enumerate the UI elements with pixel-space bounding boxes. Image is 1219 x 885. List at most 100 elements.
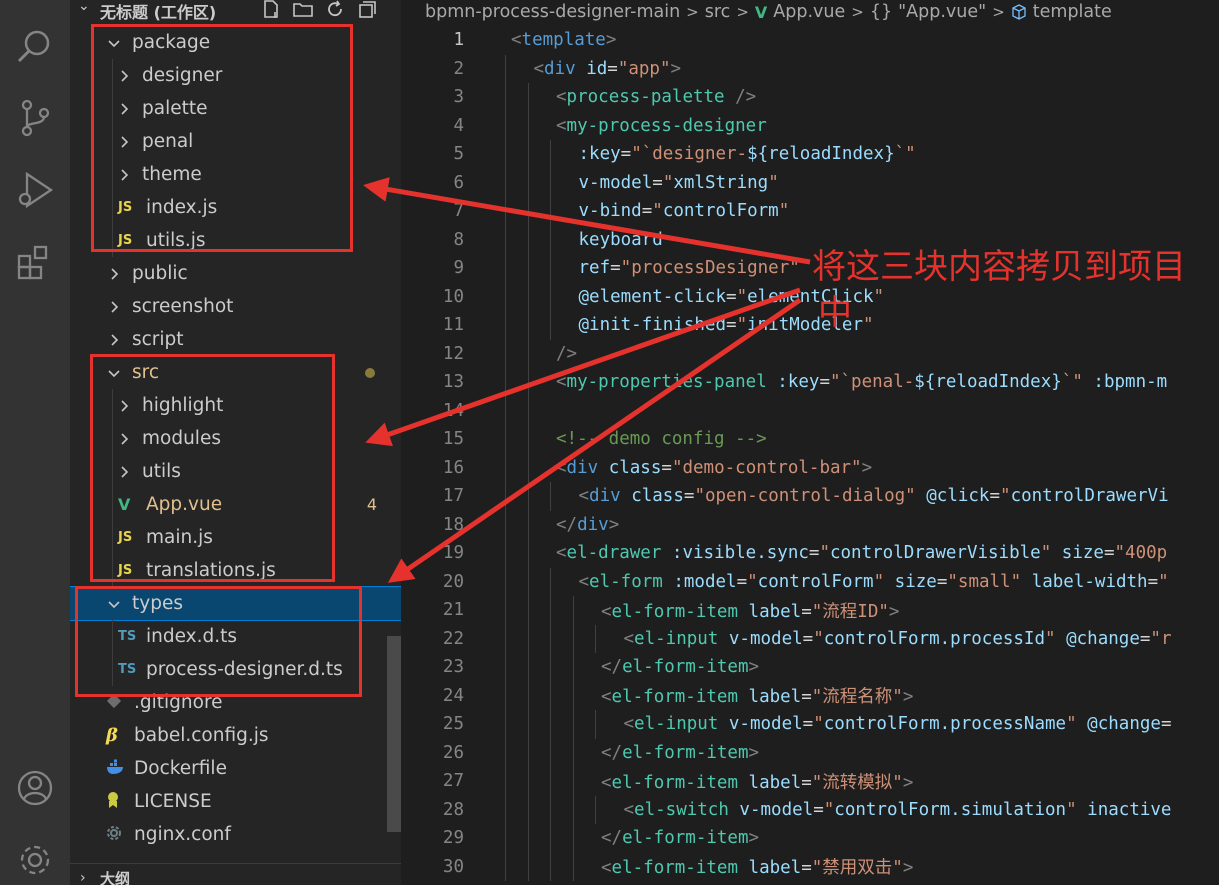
tree-item[interactable]: Dockerfile (70, 752, 401, 785)
code-line[interactable]: 4 <my-process-designer (401, 111, 1219, 140)
line-number: 24 (442, 685, 464, 706)
code-token: :model (673, 571, 737, 592)
code-token: = (641, 201, 653, 222)
code-line[interactable]: 22 <el-input v-model="controlForm.process… (401, 624, 1219, 653)
account-icon[interactable] (13, 766, 57, 810)
code-line[interactable]: 15 <!-- demo config --> (401, 425, 1219, 454)
code-token: div (566, 457, 599, 478)
explorer-scrollbar[interactable] (387, 636, 401, 832)
tree-item[interactable]: screenshot (70, 290, 401, 323)
code-token: label (748, 687, 802, 708)
explorer-workspace-header[interactable]: ⌄ 无标题 (工作区) (70, 0, 401, 22)
indent-guide (505, 225, 506, 254)
line-number: 11 (442, 315, 464, 336)
indent-guide (527, 111, 529, 140)
code-line[interactable]: 2 <div id="app"> (401, 54, 1219, 83)
source-control-icon[interactable] (13, 96, 57, 140)
indent-guide (595, 710, 596, 739)
indent-guide (595, 624, 596, 653)
line-number: 20 (442, 571, 464, 592)
new-folder-icon[interactable] (292, 0, 314, 20)
code-line[interactable]: 25 <el-input v-model="controlForm.process… (401, 710, 1219, 739)
code-token: " (652, 201, 663, 222)
code-token: " (813, 628, 824, 649)
indent-guide (550, 311, 551, 340)
indent-guide (505, 539, 506, 568)
chevron-right-icon[interactable]: › (80, 870, 86, 885)
code-token: controlForm.processName (823, 714, 1067, 735)
code-line[interactable]: 23 </el-form-item> (401, 653, 1219, 682)
search-icon[interactable] (13, 24, 57, 68)
indent-guide (572, 681, 574, 710)
breadcrumb-root[interactable]: bpmn-process-designer-main (425, 2, 680, 22)
breadcrumb-folder[interactable]: src (705, 2, 731, 22)
code-line[interactable]: 3 <process-palette /> (401, 83, 1219, 112)
tree-item[interactable]: public (70, 257, 401, 290)
code-line[interactable]: 30 <el-form-item label="禁用双击"> (401, 852, 1219, 881)
tree-item[interactable]: β babel.config.js (70, 719, 401, 752)
code-token: " (1045, 628, 1056, 649)
code-token: ${reloadIndex} (747, 144, 895, 165)
code-line[interactable]: 20 <el-form :model="controlForm" size="sm… (401, 567, 1219, 596)
breadcrumb-section[interactable]: template (1033, 2, 1112, 22)
indent-guide (527, 510, 529, 539)
settings-gear-icon[interactable] (13, 838, 57, 882)
code-line[interactable]: 7 v-bind="controlForm" (401, 197, 1219, 226)
code-line[interactable]: 24 <el-form-item label="流程名称"> (401, 681, 1219, 710)
code-line[interactable]: 28 <el-switch v-model="controlForm.simula… (401, 795, 1219, 824)
code-line[interactable]: 16 <div class="demo-control-bar"> (401, 453, 1219, 482)
chevron-right-icon[interactable] (106, 332, 122, 348)
run-debug-icon[interactable] (13, 168, 57, 212)
chevron-down-icon[interactable]: ⌄ (78, 0, 90, 14)
code-token: @init-finished (578, 315, 727, 336)
indent-guide (505, 653, 506, 682)
code-line[interactable]: 1 <template> (401, 26, 1219, 55)
refresh-icon[interactable] (324, 0, 346, 20)
code-line[interactable]: 12 /> (401, 339, 1219, 368)
code-token: " (768, 172, 779, 193)
collapse-all-icon[interactable] (356, 0, 378, 20)
code-line[interactable]: 17 <div class="open-control-dialog" @clic… (401, 482, 1219, 511)
code-line[interactable]: 26 </el-form-item> (401, 738, 1219, 767)
code-token: = (1160, 714, 1172, 735)
code-text: <my-properties-panel :key="`penal-${relo… (556, 372, 1167, 392)
chevron-right-icon[interactable] (106, 299, 122, 315)
code-line[interactable]: 13 <my-properties-panel :key="`penal-${re… (401, 368, 1219, 397)
code-line[interactable]: 29 </el-form-item> (401, 824, 1219, 853)
indent-guide (527, 596, 529, 625)
chevron-right-icon[interactable] (106, 266, 122, 282)
breadcrumb-file[interactable]: App.vue (773, 2, 845, 22)
indent-guide (505, 254, 506, 283)
code-line[interactable]: 21 <el-form-item label="流程ID"> (401, 596, 1219, 625)
tree-item[interactable]: script (70, 323, 401, 356)
outline-section-header[interactable]: › 大纲 (70, 863, 401, 885)
code-token: el-drawer (566, 543, 662, 564)
extensions-icon[interactable] (13, 240, 57, 284)
indent-guide (527, 83, 529, 112)
code-line[interactable]: 6 v-model="xmlString" (401, 168, 1219, 197)
indent-guide (505, 681, 506, 710)
code-text: </el-form-item> (601, 657, 759, 677)
code-token: < (623, 714, 635, 735)
breadcrumb-symbol[interactable]: "App.vue" (898, 2, 986, 22)
code-line[interactable]: 14 (401, 396, 1219, 425)
code-line[interactable]: 27 <el-form-item label="流转模拟"> (401, 767, 1219, 796)
new-file-icon[interactable] (260, 0, 282, 20)
code-token: > (748, 828, 760, 849)
tree-item-label: script (132, 329, 184, 350)
tree-item[interactable]: nginx.conf (70, 818, 401, 851)
code-token: = (726, 315, 737, 336)
code-line[interactable]: 19 <el-drawer :visible.sync="controlDrawe… (401, 539, 1219, 568)
breadcrumb-separator: > (686, 3, 699, 21)
tree-item[interactable]: LICENSE (70, 785, 401, 818)
code-line[interactable]: 18 </div> (401, 510, 1219, 539)
code-editor[interactable]: bpmn-process-designer-main > src > V App… (401, 0, 1219, 885)
code-line[interactable]: 5:key="`designer-${reloadIndex}`" (401, 140, 1219, 169)
line-number: 3 (453, 87, 464, 108)
code-lines[interactable]: 1 <template> 2 <div id="app"> 3 <process-pale… (401, 26, 1219, 881)
